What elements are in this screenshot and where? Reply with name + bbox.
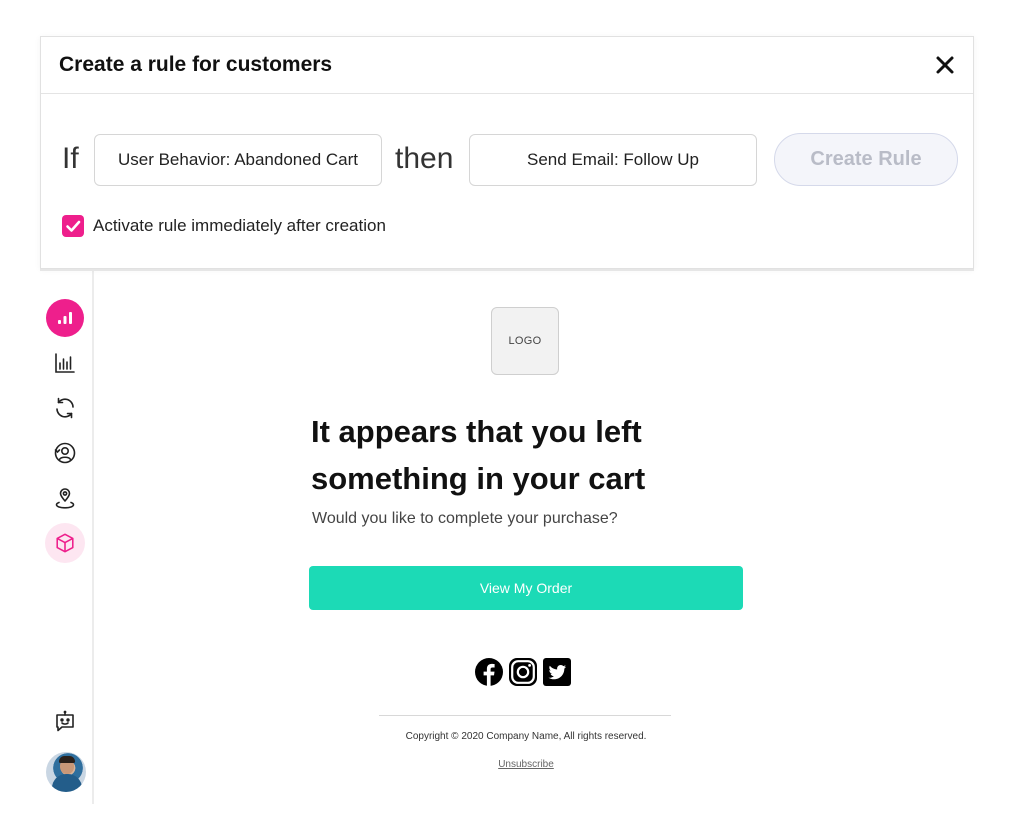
user-avatar[interactable] xyxy=(46,752,86,792)
chatbot-icon xyxy=(53,710,77,734)
copyright-text: Copyright © 2020 Company Name, All right… xyxy=(405,731,647,742)
activate-checkbox[interactable] xyxy=(62,215,84,237)
sidebar xyxy=(38,268,94,804)
sidebar-item-products[interactable] xyxy=(45,523,85,563)
sidebar-item-locations[interactable] xyxy=(46,479,84,517)
unsubscribe-row: Unsubscribe xyxy=(300,759,752,770)
close-icon[interactable] xyxy=(933,53,957,77)
sidebar-item-assistant[interactable] xyxy=(46,703,84,741)
cube-icon xyxy=(54,532,76,554)
social-links xyxy=(475,658,571,686)
sidebar-item-analytics[interactable] xyxy=(46,299,84,337)
unsubscribe-link[interactable]: Unsubscribe xyxy=(498,759,554,770)
condition-select[interactable]: User Behavior: Abandoned Cart xyxy=(94,134,382,186)
analytics-icon xyxy=(56,310,74,326)
sidebar-item-customers[interactable] xyxy=(46,434,84,472)
twitter-icon[interactable] xyxy=(543,658,571,686)
facebook-icon[interactable] xyxy=(475,658,503,686)
sidebar-item-reports[interactable] xyxy=(46,344,84,382)
modal-header: Create a rule for customers xyxy=(41,37,973,94)
user-circle-icon xyxy=(53,441,77,465)
create-rule-button[interactable]: Create Rule xyxy=(774,133,958,186)
checkmark-icon xyxy=(66,220,81,232)
bar-chart-icon xyxy=(53,351,77,375)
view-order-button[interactable]: View My Order xyxy=(309,566,743,610)
create-rule-modal: Create a rule for customers If User Beha… xyxy=(40,36,974,269)
modal-title: Create a rule for customers xyxy=(59,53,333,76)
location-user-icon xyxy=(53,486,77,510)
email-headline: It appears that you left something in yo… xyxy=(311,414,646,496)
instagram-icon[interactable] xyxy=(509,658,537,686)
if-label: If xyxy=(62,142,79,175)
then-label: then xyxy=(395,142,454,175)
email-subtext: Would you like to complete your purchase… xyxy=(312,510,618,527)
action-select[interactable]: Send Email: Follow Up xyxy=(469,134,757,186)
email-divider xyxy=(379,715,671,716)
app-canvas: LOGO It appears that you left something … xyxy=(0,0,1024,834)
email-logo: LOGO xyxy=(491,307,559,375)
sync-icon xyxy=(53,396,77,420)
activate-label[interactable]: Activate rule immediately after creation xyxy=(93,216,386,236)
sidebar-item-sync[interactable] xyxy=(46,389,84,427)
